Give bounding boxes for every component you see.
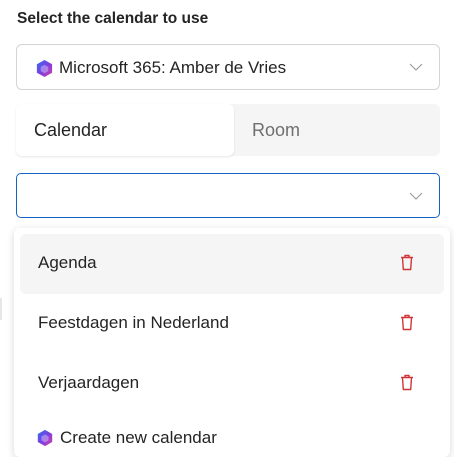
chevron-down-icon — [409, 192, 423, 200]
microsoft-365-icon — [36, 59, 53, 78]
trash-icon[interactable] — [400, 374, 414, 391]
calendar-room-tabs: Calendar Room — [16, 104, 440, 156]
divider — [0, 298, 2, 320]
create-new-calendar-label: Create new calendar — [60, 428, 217, 447]
chevron-down-icon — [409, 63, 423, 71]
tab-room[interactable]: Room — [234, 104, 440, 156]
tab-calendar[interactable]: Calendar — [16, 104, 234, 156]
account-select-value: Microsoft 365: Amber de Vries — [59, 58, 287, 77]
calendar-option-label: Agenda — [38, 253, 97, 272]
calendar-option-verjaardagen[interactable]: Verjaardagen — [20, 354, 444, 414]
calendar-option-agenda[interactable]: Agenda — [20, 234, 444, 294]
calendar-option-feestdagen[interactable]: Feestdagen in Nederland — [20, 294, 444, 354]
account-select[interactable]: Microsoft 365: Amber de Vries — [16, 44, 440, 90]
calendar-option-label: Feestdagen in Nederland — [38, 313, 229, 332]
section-heading: Select the calendar to use — [17, 10, 209, 27]
calendar-dropdown: Agenda Feestdagen in Nederland Verjaarda… — [14, 228, 450, 457]
trash-icon[interactable] — [400, 254, 414, 271]
trash-icon[interactable] — [400, 314, 414, 331]
microsoft-365-icon — [37, 429, 53, 447]
calendar-select[interactable] — [16, 173, 440, 218]
calendar-option-label: Verjaardagen — [38, 373, 140, 392]
